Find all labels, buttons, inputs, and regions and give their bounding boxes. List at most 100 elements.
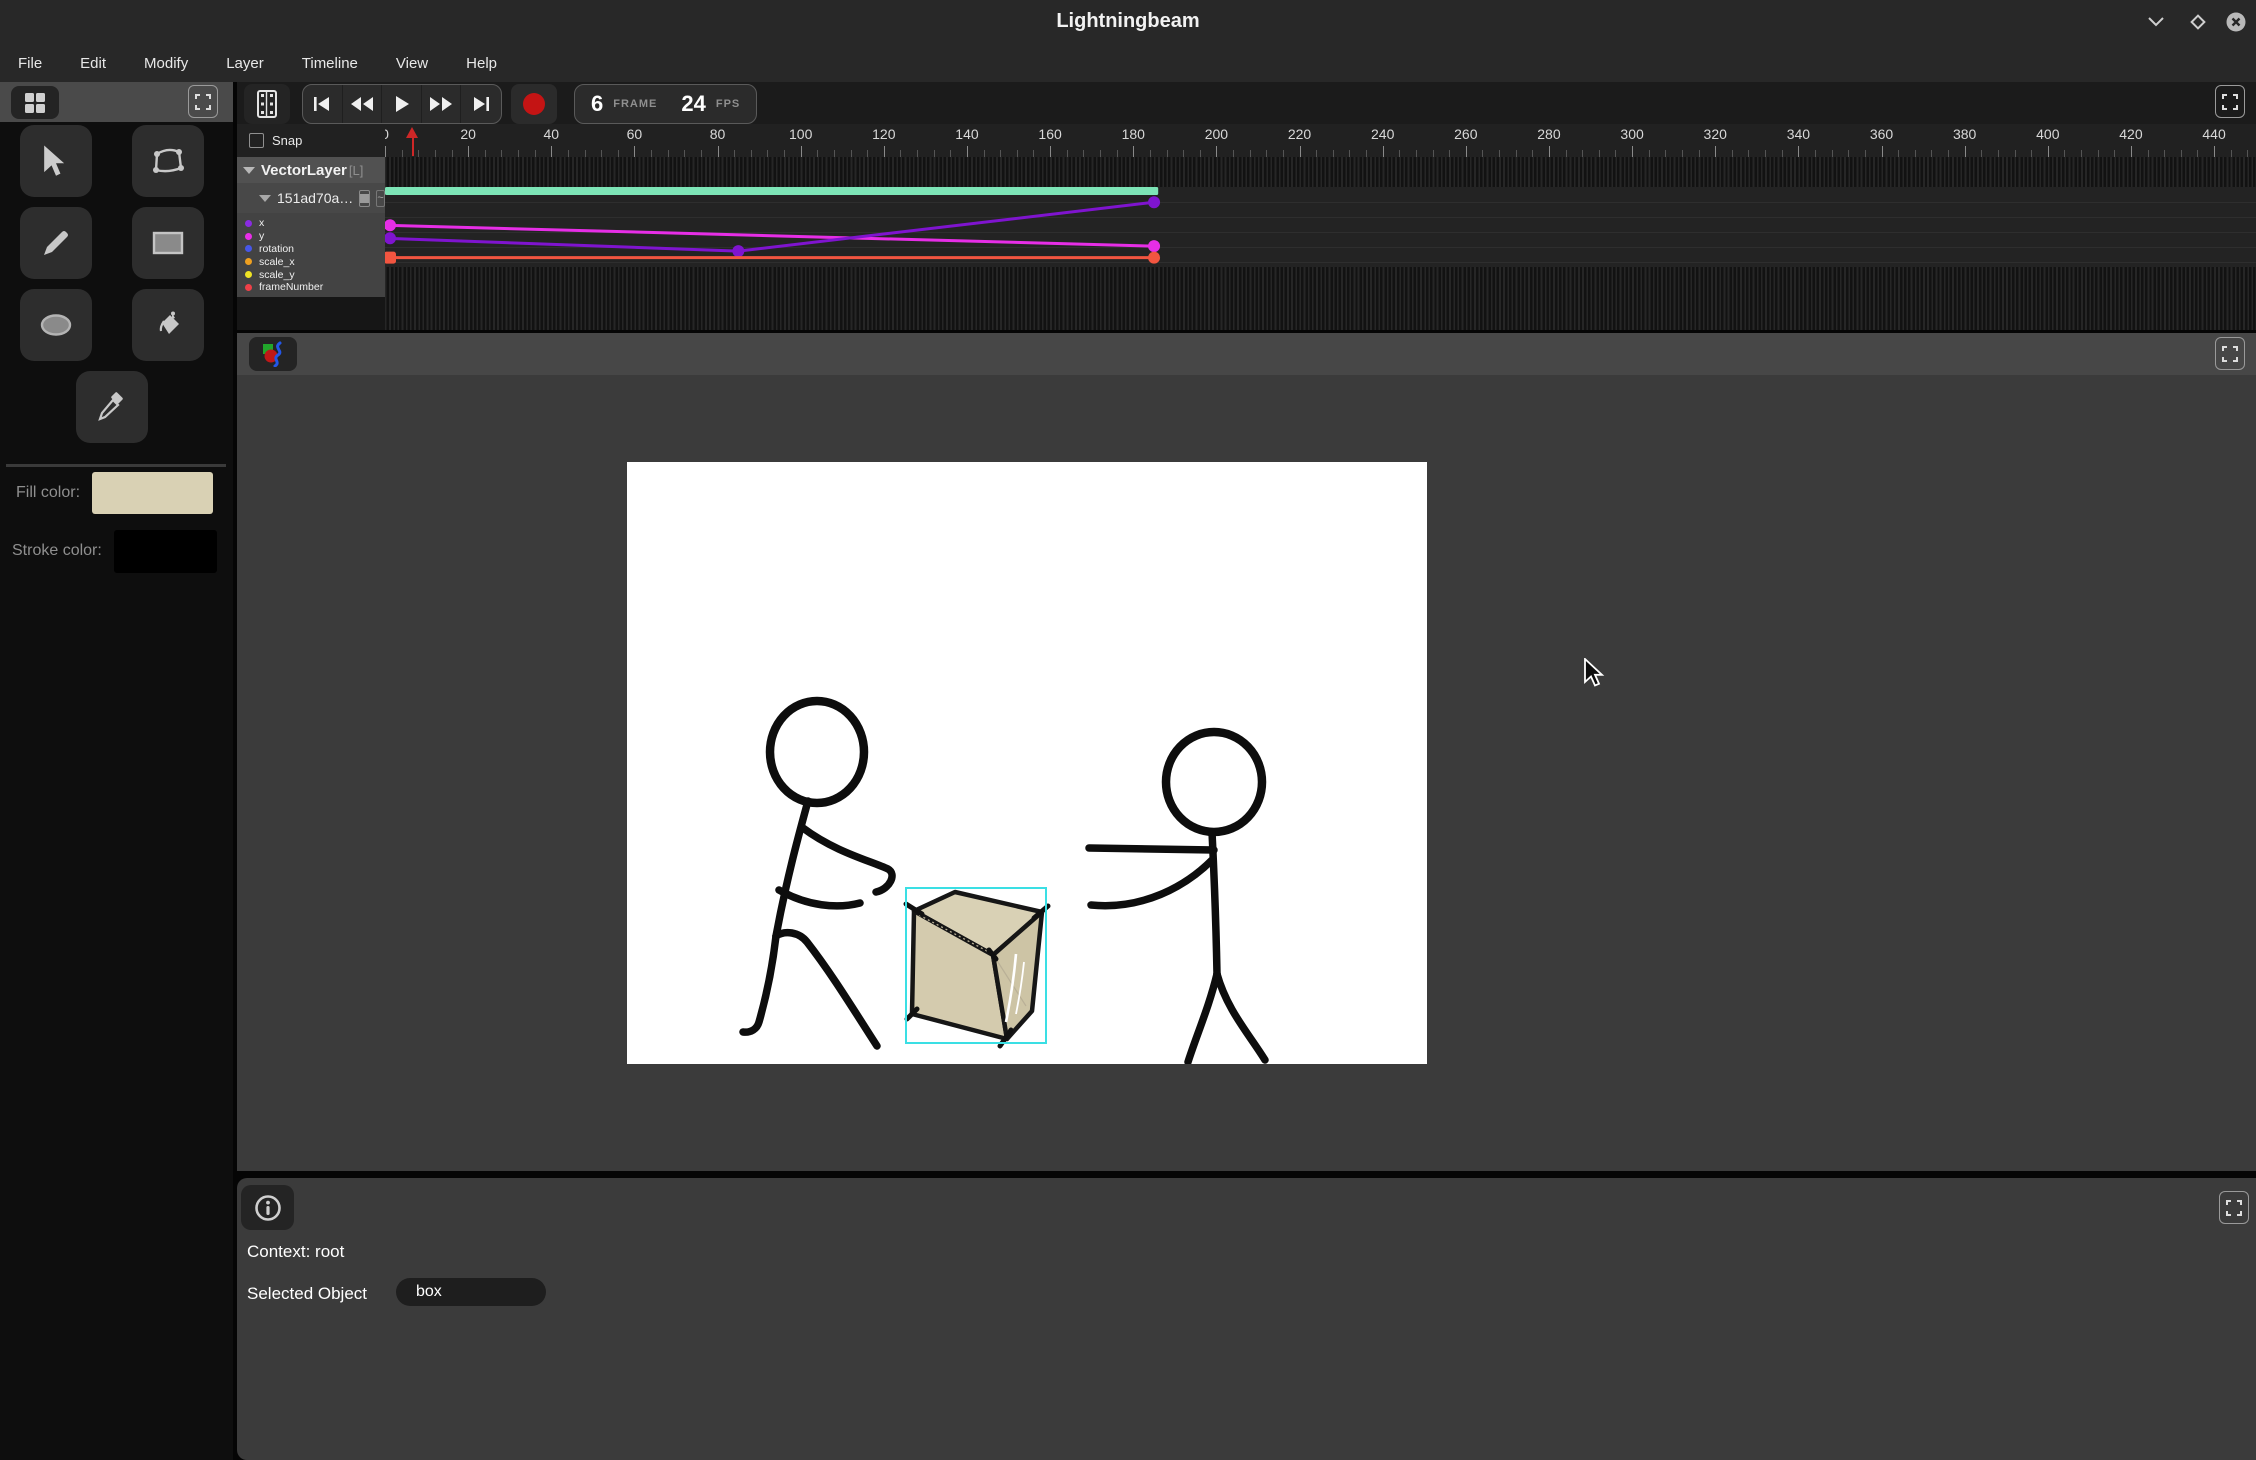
property-name: rotation (259, 243, 294, 255)
collapse-triangle-icon[interactable] (243, 167, 255, 174)
tool-sidebar: Fill color: Stroke color: (0, 82, 233, 1460)
collapse-triangle-icon[interactable] (259, 195, 271, 202)
stroke-color-swatch[interactable] (114, 530, 217, 573)
canvas-expand-button[interactable] (2215, 337, 2245, 370)
keyframe-x[interactable] (732, 245, 744, 257)
minimize-button[interactable] (2142, 8, 2170, 36)
ruler-tick (1832, 150, 1833, 157)
sublayer-ease-button[interactable]: ~ (376, 190, 385, 207)
timeline-expand-button[interactable] (2215, 85, 2245, 118)
keyframe-x[interactable] (385, 232, 396, 244)
menu-item-timeline[interactable]: Timeline (302, 55, 358, 72)
ruler-tick (801, 146, 802, 157)
property-x[interactable]: x (237, 217, 385, 230)
ruler-tick (2231, 150, 2232, 157)
property-scale_y[interactable]: scale_y (237, 268, 385, 281)
keyframe-frameNumber[interactable] (385, 252, 396, 264)
timeline-tab-button[interactable] (244, 84, 290, 124)
film-strip-icon (257, 90, 277, 118)
layer-row-vectorlayer[interactable]: VectorLayer [L] (237, 157, 385, 183)
property-color-dot (245, 271, 252, 278)
ruler-tick (1399, 150, 1400, 157)
timeline-panel: 6 FRAME 24 FPS Snap 02040608010012014016… (237, 82, 2256, 330)
ruler-tick (551, 146, 552, 157)
stick-figure-right[interactable] (1089, 732, 1265, 1062)
ruler-tick (1931, 150, 1932, 157)
ruler-tick (934, 150, 935, 157)
sidebar-expand-button[interactable] (188, 85, 218, 118)
fill-color-swatch[interactable] (92, 472, 213, 514)
rewind-button[interactable] (343, 85, 383, 123)
canvas-tab-button[interactable] (249, 337, 297, 371)
ruler-tick (1266, 150, 1267, 157)
ruler-tick (1765, 150, 1766, 157)
ruler-tick (2031, 150, 2032, 157)
ruler-tick (1333, 150, 1334, 157)
info-tab-button[interactable] (241, 1185, 294, 1230)
selected-object-field[interactable]: box (396, 1278, 546, 1306)
ruler-tick (2247, 150, 2248, 157)
property-color-dot (245, 258, 252, 265)
property-name: scale_x (259, 256, 295, 268)
menu-item-layer[interactable]: Layer (226, 55, 264, 72)
ruler-label: 400 (2036, 126, 2059, 142)
menu-item-modify[interactable]: Modify (144, 55, 188, 72)
record-button[interactable] (511, 84, 557, 124)
property-y[interactable]: y (237, 230, 385, 243)
tool-paint-bucket[interactable] (132, 289, 204, 361)
menu-item-edit[interactable]: Edit (80, 55, 106, 72)
info-expand-button[interactable] (2219, 1191, 2249, 1224)
stage[interactable] (627, 462, 1427, 1064)
menu-item-view[interactable]: View (396, 55, 428, 72)
tool-rectangle[interactable] (132, 207, 204, 279)
playhead[interactable] (406, 127, 419, 157)
tool-select[interactable] (20, 125, 92, 197)
layer-column: VectorLayer [L] 151ad70a… ~ xyrotationsc… (237, 157, 385, 330)
close-button[interactable] (2222, 8, 2250, 36)
maximize-button[interactable] (2184, 8, 2212, 36)
ruler-tick (1233, 150, 1234, 157)
ruler-tick (668, 150, 669, 157)
property-rotation[interactable]: rotation (237, 243, 385, 256)
box-object[interactable] (906, 892, 1048, 1046)
layer-suffix: [L] (349, 163, 363, 178)
tool-transform[interactable] (132, 125, 204, 197)
sublayer-row[interactable]: 151ad70a… ~ (237, 183, 385, 213)
sidebar-divider (6, 464, 226, 467)
tool-eyedropper[interactable] (76, 371, 148, 443)
property-scale_x[interactable]: scale_x (237, 255, 385, 268)
panel-grid-button[interactable] (11, 86, 59, 119)
fast-forward-button[interactable] (422, 85, 462, 123)
keyframe-frameNumber[interactable] (1148, 252, 1160, 264)
ruler-tick (684, 150, 685, 157)
ruler-tick (1250, 150, 1251, 157)
menu-item-help[interactable]: Help (466, 55, 497, 72)
ruler-tick (1815, 150, 1816, 157)
property-name: scale_y (259, 269, 295, 281)
play-button[interactable] (382, 85, 422, 123)
canvas-workspace[interactable] (237, 375, 2256, 1171)
ruler-tick (1100, 150, 1101, 157)
property-frameNumber[interactable]: frameNumber (237, 281, 385, 294)
keyframe-y[interactable] (385, 219, 396, 231)
snap-checkbox[interactable] (249, 133, 264, 148)
curve-track-area[interactable] (385, 157, 2256, 330)
timeline-ruler[interactable]: 0204060801001201401601802002202402602803… (385, 124, 2256, 157)
ruler-label: 420 (2119, 126, 2142, 142)
snap-label: Snap (272, 133, 302, 148)
layer-span-bar[interactable] (385, 187, 1158, 195)
keyframe-y[interactable] (1148, 240, 1160, 252)
info-icon (254, 1194, 282, 1222)
keyframe-x[interactable] (1148, 196, 1160, 208)
go-to-start-button[interactable] (303, 85, 343, 123)
tool-pencil[interactable] (20, 207, 92, 279)
frame-number: 6 (591, 91, 603, 117)
stick-figure-left[interactable] (743, 701, 892, 1046)
ruler-tick (651, 150, 652, 157)
ruler-tick (1300, 146, 1301, 157)
property-name: frameNumber (259, 281, 323, 293)
tool-ellipse[interactable] (20, 289, 92, 361)
go-to-end-button[interactable] (461, 85, 501, 123)
sublayer-visibility-button[interactable] (359, 190, 370, 207)
menu-item-file[interactable]: File (18, 55, 42, 72)
